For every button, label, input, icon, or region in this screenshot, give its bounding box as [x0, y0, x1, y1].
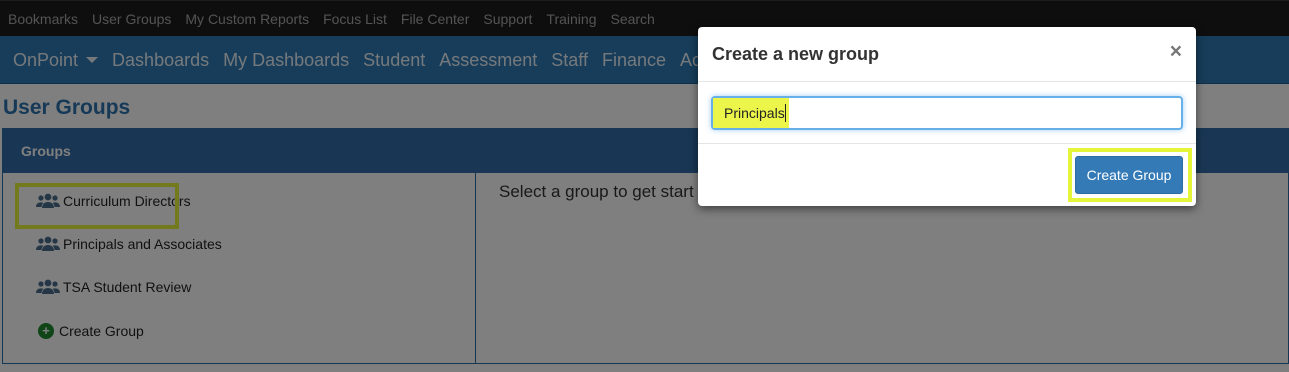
modal-body: Principals — [698, 82, 1196, 144]
create-group-button[interactable]: Create Group — [1075, 156, 1183, 194]
text-cursor — [785, 104, 786, 122]
modal-title: Create a new group — [712, 43, 880, 64]
create-group-modal: Create a new group × Principals Create G… — [698, 27, 1196, 206]
modal-header: Create a new group × — [698, 27, 1196, 82]
group-name-input[interactable] — [711, 96, 1183, 130]
close-icon[interactable]: × — [1170, 41, 1182, 62]
